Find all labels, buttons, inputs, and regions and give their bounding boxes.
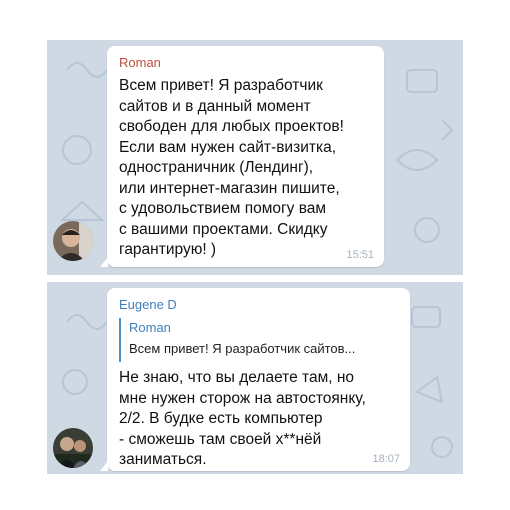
reply-sender-name: Roman	[129, 320, 171, 335]
message-time: 15:51	[346, 249, 374, 261]
message-time: 18:07	[372, 453, 400, 465]
message-bubble-roman[interactable]: Roman Всем привет! Я разработчик сайтов …	[100, 46, 384, 267]
message-text: Не знаю, что вы делаете там, но мне нуже…	[119, 369, 366, 468]
reply-preview-text: Всем привет! Я разработчик сайтов...	[129, 341, 356, 356]
sender-name[interactable]: Roman	[119, 55, 161, 70]
avatar-eugene[interactable]	[53, 428, 93, 468]
chat-panel-2: Eugene D Roman Всем привет! Я разработчи…	[47, 282, 463, 474]
reply-quote[interactable]: Roman Всем привет! Я разработчик сайтов.…	[119, 318, 399, 362]
message-text: Всем привет! Я разработчик сайтов и в да…	[119, 77, 344, 258]
chat-panel-1: Roman Всем привет! Я разработчик сайтов …	[47, 40, 463, 275]
sender-name[interactable]: Eugene D	[119, 297, 177, 312]
avatar-roman[interactable]	[53, 221, 93, 261]
message-bubble-eugene[interactable]: Eugene D Roman Всем привет! Я разработчи…	[100, 288, 410, 471]
